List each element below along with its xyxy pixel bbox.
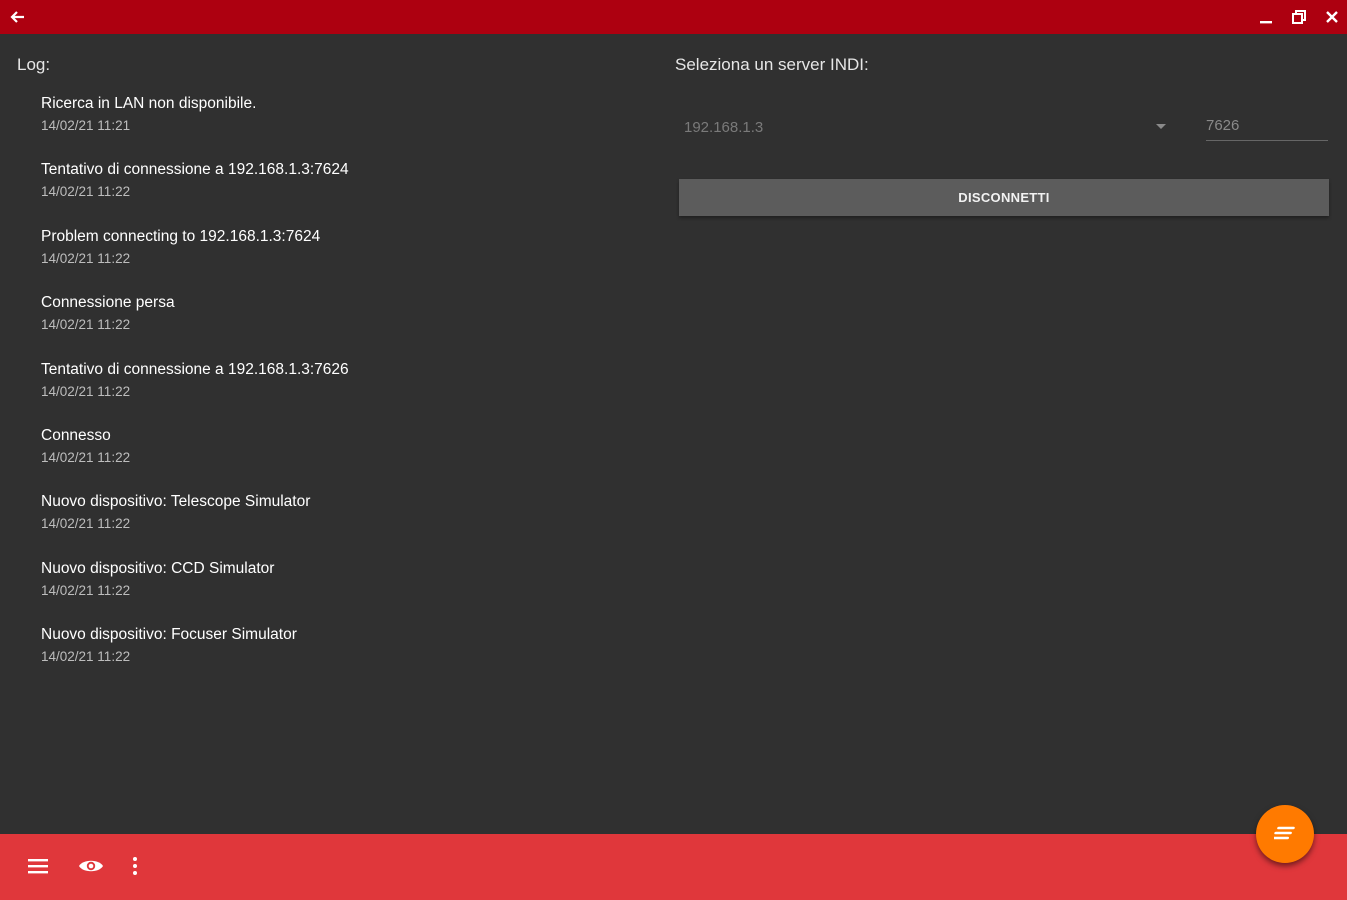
log-entry-message: Connesso: [41, 426, 111, 444]
restore-icon: [1292, 10, 1306, 24]
menu-icon: [27, 857, 49, 880]
more-button[interactable]: [121, 854, 149, 882]
log-entry-time: 14/02/21 11:22: [41, 383, 131, 399]
more-vert-icon: [132, 856, 138, 881]
log-entry-message: Nuovo dispositivo: Focuser Simulator: [41, 626, 297, 644]
log-entry-message: Ricerca in LAN non disponibile.: [41, 95, 257, 112]
log-entry: Problem connecting to 192.168.1.3:7624 14…: [41, 227, 641, 293]
close-button[interactable]: [1320, 5, 1344, 29]
server-title: Seleziona un server INDI:: [675, 55, 869, 74]
close-icon: [1325, 10, 1339, 24]
minimize-icon: [1259, 10, 1273, 24]
log-entry-time: 14/02/21 11:22: [41, 516, 131, 532]
log-entry-message: Tentativo di connessione a 192.168.1.3:7…: [41, 161, 349, 179]
log-entry-time: 14/02/21 11:22: [41, 184, 131, 200]
eye-button[interactable]: [77, 854, 105, 882]
log-entry-message: Nuovo dispositivo: Telescope Simulator: [41, 493, 311, 511]
bottom-bar: [0, 834, 1347, 900]
main-content: Log: Ricerca in LAN non disponibile. 14/0…: [0, 34, 1347, 834]
log-entry: Nuovo dispositivo: Telescope Simulator 14…: [41, 492, 641, 558]
notes-icon: [1271, 825, 1296, 844]
title-bar: [0, 0, 1347, 34]
port-field[interactable]: [1206, 110, 1328, 141]
log-entry: Tentativo di connessione a 192.168.1.3:7…: [41, 360, 641, 426]
dropdown-arrow-icon: [1156, 124, 1166, 129]
log-entry-time: 14/02/21 11:22: [41, 250, 131, 266]
host-value: 192.168.1.3: [684, 119, 764, 136]
eye-icon: [78, 857, 104, 880]
fab-button[interactable]: [1256, 805, 1314, 863]
log-entry-message: Problem connecting to 192.168.1.3:7624: [41, 227, 321, 245]
log-entry: Nuovo dispositivo: Focuser Simulator 14/0…: [41, 625, 641, 691]
disconnect-button[interactable]: DISCONNETTI: [679, 179, 1329, 216]
log-entry-time: 14/02/21 11:22: [41, 449, 131, 465]
back-button[interactable]: [5, 5, 29, 29]
log-entry-time: 14/02/21 11:22: [41, 582, 131, 598]
arrow-left-icon: [9, 9, 25, 25]
log-entry-message: Tentativo di connessione a 192.168.1.3:7…: [41, 360, 349, 378]
log-entry-time: 14/02/21 11:21: [41, 118, 131, 133]
log-entry-message: Nuovo dispositivo: CCD Simulator: [41, 559, 275, 577]
log-title: Log:: [17, 55, 51, 74]
minimize-button[interactable]: [1254, 5, 1278, 29]
host-select[interactable]: 192.168.1.3: [680, 108, 1170, 148]
menu-button[interactable]: [24, 854, 52, 882]
log-entry: Tentativo di connessione a 192.168.1.3:7…: [41, 160, 641, 226]
log-entry-time: 14/02/21 11:22: [41, 649, 131, 665]
log-list: Ricerca in LAN non disponibile. 14/02/21 …: [41, 94, 641, 692]
restore-button[interactable]: [1287, 5, 1311, 29]
log-entry: Connessione persa 14/02/21 11:22: [41, 293, 641, 359]
log-entry-time: 14/02/21 11:22: [41, 317, 131, 333]
log-entry: Nuovo dispositivo: CCD Simulator 14/02/21…: [41, 559, 641, 625]
log-entry-message: Connessione persa: [41, 294, 175, 312]
log-entry: Connesso 14/02/21 11:22: [41, 426, 641, 492]
log-entry: Ricerca in LAN non disponibile. 14/02/21 …: [41, 94, 641, 160]
